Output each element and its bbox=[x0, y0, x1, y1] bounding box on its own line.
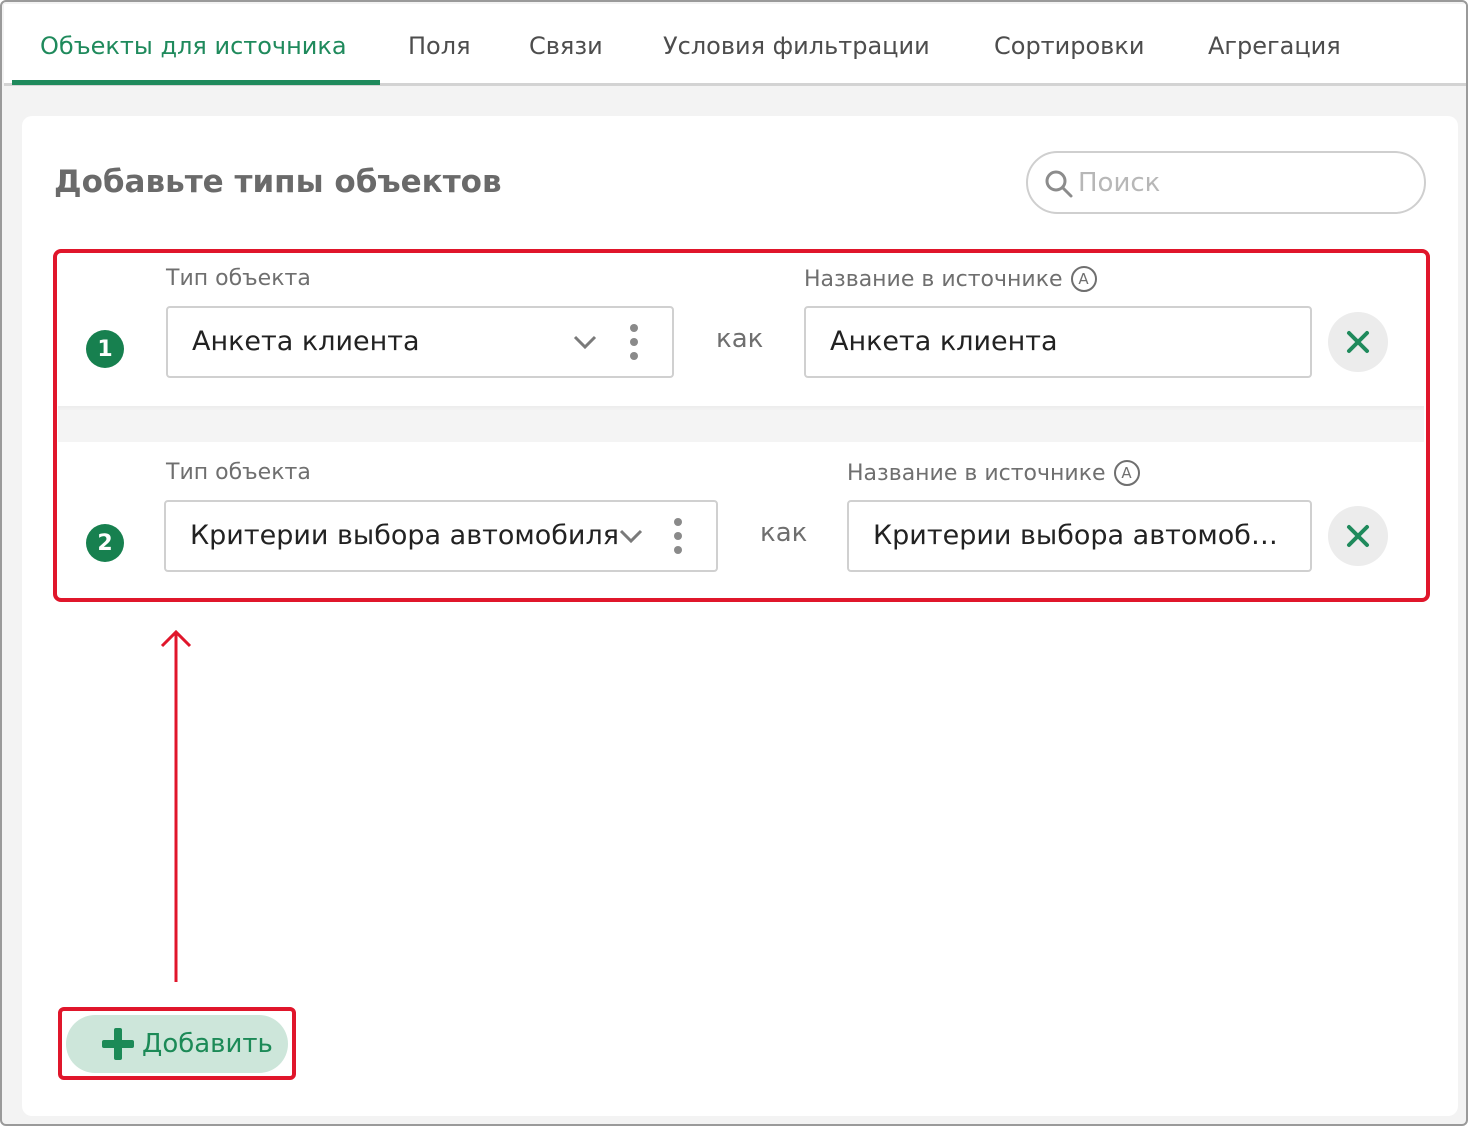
tab-filter-conditions[interactable]: Условия фильтрации bbox=[663, 32, 930, 60]
tab-sortings[interactable]: Сортировки bbox=[994, 32, 1144, 60]
add-button-highlight-frame bbox=[58, 1007, 296, 1080]
active-tab-indicator bbox=[12, 80, 380, 85]
search-input[interactable] bbox=[1078, 163, 1398, 203]
search-box[interactable] bbox=[1026, 151, 1426, 214]
panel-heading: Добавьте типы объектов bbox=[54, 164, 502, 200]
arrow-up-icon bbox=[160, 629, 192, 982]
tab-objects-for-source[interactable]: Объекты для источника bbox=[40, 32, 347, 60]
rows-highlight-frame bbox=[53, 249, 1430, 602]
tab-links[interactable]: Связи bbox=[529, 32, 603, 60]
search-icon bbox=[1045, 170, 1073, 198]
tab-fields[interactable]: Поля bbox=[408, 32, 471, 60]
tab-bar: Объекты для источника Поля Связи Условия… bbox=[4, 4, 1466, 86]
app-window: Объекты для источника Поля Связи Условия… bbox=[0, 0, 1468, 1126]
tab-aggregation[interactable]: Агрегация bbox=[1208, 32, 1341, 60]
